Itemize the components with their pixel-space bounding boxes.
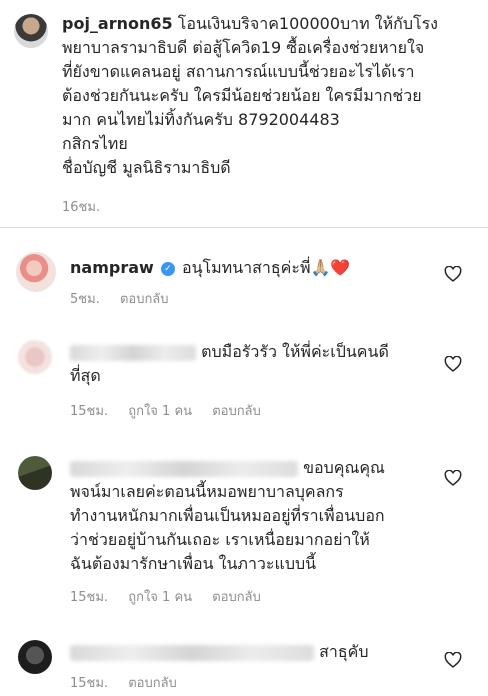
comment-meta: 15ชม. ถูกใจ 1 คน ตอบกลับ	[70, 586, 277, 607]
caption-line: ต้องช่วยกันนะครับ ใครมีน้อยช่วยน้อย ใครม…	[62, 86, 422, 105]
comment-text: ว่าช่วยอยู่บ้านกันเถอะ เราเหนื่อยมากอย่า…	[70, 530, 370, 549]
comment-time: 15ชม.	[70, 676, 109, 691]
comment-time: 5ชม.	[70, 292, 100, 307]
comment-time: 15ชม.	[70, 404, 109, 419]
avatar[interactable]	[18, 340, 52, 374]
likes-count[interactable]: ถูกใจ 1 คน	[128, 404, 192, 419]
caption-username[interactable]: poj_arnon65	[62, 14, 173, 33]
heart-outline-icon[interactable]	[444, 469, 462, 486]
post-caption: poj_arnon65 โอนเงินบริจาค100000บาท ให้กั…	[0, 0, 488, 228]
avatar[interactable]	[14, 14, 48, 48]
reply-button[interactable]: ตอบกลับ	[128, 676, 177, 691]
comment-username-redacted[interactable]	[70, 460, 298, 477]
caption-line: พยาบาลรามาธิบดี ต่อสู้โควิด19 ซื้อเครื่อ…	[62, 38, 425, 57]
reply-button[interactable]: ตอบกลับ	[212, 590, 261, 605]
comment: ตบมือรัวรัว ให้พี่ค่ะเป็นคนดี ที่สุด	[70, 340, 440, 388]
comment: nampraw ✓ อนุโมทนาสาธุค่ะพี่🙏🏼❤️	[70, 256, 440, 280]
caption-line: กสิกรไทย	[62, 134, 128, 153]
comment-meta: 15ชม. ถูกใจ 1 คน ตอบกลับ	[70, 400, 277, 421]
comment-text: ฉันต้องมารักษาเพื่อน ในภาวะแบบนี้	[70, 554, 317, 573]
comment-username[interactable]: nampraw	[70, 258, 154, 277]
heart-outline-icon[interactable]	[444, 651, 462, 668]
comment-text: ตบมือรัวรัว ให้พี่ค่ะเป็นคนดี	[201, 342, 389, 361]
avatar[interactable]	[16, 252, 56, 292]
comment-text: พจน์มาเลยค่ะตอนนี้หมอพยาบาลบุคลกร	[70, 482, 344, 501]
caption-time: 16ชม.	[62, 200, 101, 215]
comment-meta: 15ชม. ตอบกลับ	[70, 672, 193, 693]
comment-username-redacted[interactable]	[70, 644, 314, 661]
comment-time: 15ชม.	[70, 590, 109, 605]
comment-text: ที่สุด	[70, 366, 101, 385]
comment-text: อนุโมทนาสาธุค่ะพี่🙏🏼❤️	[181, 258, 351, 277]
reply-button[interactable]: ตอบกลับ	[120, 292, 169, 307]
comment-meta: 5ชม. ตอบกลับ	[70, 288, 185, 309]
divider	[0, 227, 488, 228]
caption-line: โอนเงินบริจาค100000บาท ให้กับโรง	[177, 14, 438, 33]
caption-line: ที่ยังขาดแคลนอยู่ สถานการณ์แบบนี้ช่วยอะไ…	[62, 62, 415, 81]
heart-outline-icon[interactable]	[444, 355, 462, 372]
likes-count[interactable]: ถูกใจ 1 คน	[128, 590, 192, 605]
comment: สาธุคับ	[70, 640, 440, 664]
avatar[interactable]	[18, 640, 52, 674]
caption-meta: 16ชม.	[62, 196, 116, 217]
reply-button[interactable]: ตอบกลับ	[212, 404, 261, 419]
caption-line: มาก คนไทยไม่ทิ้งกันครับ 8792004483	[62, 110, 340, 129]
caption-line: ชื่อบัญชี มูลนิธิรามาธิบดี	[62, 158, 231, 177]
caption-body: poj_arnon65 โอนเงินบริจาค100000บาท ให้กั…	[62, 12, 482, 180]
verified-badge-icon: ✓	[160, 261, 175, 276]
comment: ขอบคุณคุณ พจน์มาเลยค่ะตอนนี้หมอพยาบาลบุค…	[70, 456, 450, 576]
comment-text: ขอบคุณคุณ	[303, 458, 385, 477]
avatar[interactable]	[18, 456, 52, 490]
heart-outline-icon[interactable]	[444, 265, 462, 282]
comment-text: สาธุคับ	[319, 642, 369, 661]
comment-username-redacted[interactable]	[70, 344, 196, 361]
comment-text: ทำงานหนักมากเพื่อนเป็นหมออยู่ที่ราเพื่อน…	[70, 506, 385, 525]
